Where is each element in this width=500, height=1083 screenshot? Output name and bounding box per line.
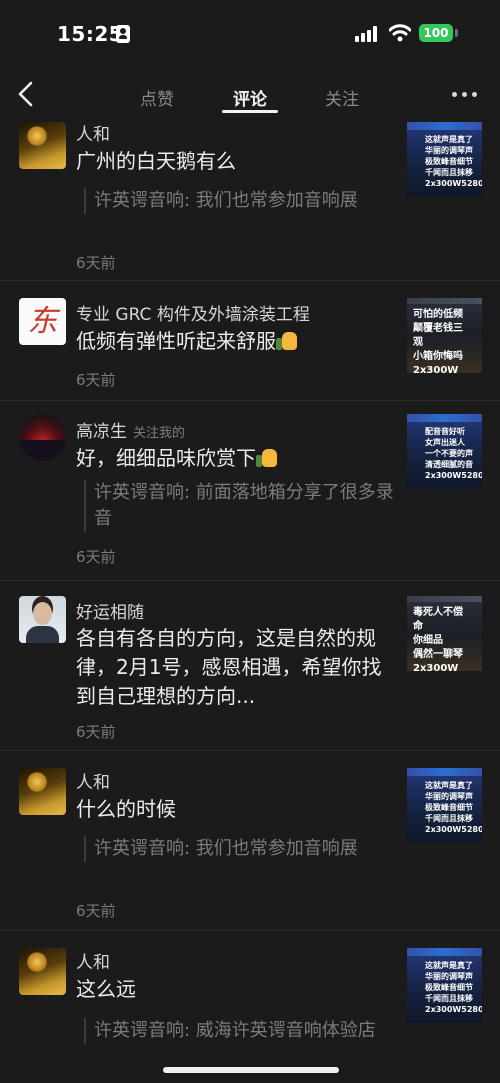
video-thumbnail[interactable]: 这就声是真了 华丽的调琴声 极致峰音细节 千闻而且抹移 2x300W5280 [407, 122, 482, 197]
commenter-name[interactable]: 人和 [76, 948, 110, 973]
home-indicator[interactable] [163, 1067, 339, 1073]
divider [0, 750, 500, 751]
thumbs-up-icon [276, 330, 298, 350]
active-tab-underline [222, 110, 278, 113]
battery-tip [455, 29, 458, 37]
avatar[interactable] [19, 768, 66, 815]
commenter-name[interactable]: 好运相随 [76, 598, 144, 623]
comment-text: 这么远 [76, 977, 136, 1001]
comment-text: 各自有各自的方向，这是自然的规律，2月1号，感恩相遇，希望你找到自己理想的方向.… [76, 626, 382, 708]
comment-time: 6天前 [76, 254, 116, 272]
cellular-signal-icon [355, 26, 377, 42]
status-bar: 15:25 100 [0, 0, 500, 66]
follow-status-tag: 关注我的 [133, 426, 186, 441]
tab-likes[interactable]: 点赞 [140, 85, 174, 110]
commenter-name-row: 高凉生 关注我的 [76, 417, 185, 442]
comment-list: 人和 广州的白天鹅有么 许英谔音响: 我们也常参加音响展 6天前 这就声是真了 … [0, 122, 500, 1083]
avatar[interactable] [19, 596, 66, 643]
divider [0, 930, 500, 931]
comment-text-row: 低频有弹性听起来舒服 [76, 327, 394, 356]
commenter-name[interactable]: 专业 GRC 构件及外墙涂装工程 [76, 300, 310, 325]
battery-indicator: 100 [419, 24, 453, 42]
commenter-name[interactable]: 高凉生 [76, 422, 127, 442]
video-thumbnail-caption: 这就声是真了 华丽的调琴声 极致峰音细节 千闻而且抹移 2x300W5280 [425, 961, 482, 1014]
focus-person-icon [116, 25, 130, 43]
avatar[interactable] [19, 414, 66, 461]
divider [0, 580, 500, 581]
more-options-icon[interactable] [452, 92, 478, 98]
comment-text: 什么的时候 [76, 797, 176, 821]
commenter-name[interactable]: 人和 [76, 768, 110, 793]
thumbs-up-icon [256, 447, 278, 467]
top-nav: 点赞 评论 关注 [0, 66, 500, 122]
video-thumbnail[interactable]: 这就声是真了 华丽的调琴声 极致峰音细节 千闻而且抹移 2x300W5280 [407, 948, 482, 1023]
status-time: 15:25 [57, 22, 124, 46]
comment-time: 6天前 [76, 723, 116, 741]
video-thumbnail-caption: 可怕的低频 颠覆老钱三观 小箱你悔吗 2x300W 小四4265 [413, 309, 463, 373]
back-arrow-icon[interactable] [14, 80, 40, 108]
comment-time: 6天前 [76, 371, 116, 389]
comment-text: 低频有弹性听起来舒服 [76, 329, 276, 353]
video-thumbnail-caption: 这就声是真了 华丽的调琴声 极致峰音细节 千闻而且抹移 2x300W5280 [425, 135, 482, 188]
video-thumbnail[interactable]: 毒死人不偿命 你细品 偶然一聊琴 2x300W 小四4265 [407, 596, 482, 671]
commenter-name[interactable]: 人和 [76, 122, 110, 145]
avatar[interactable]: 东 [19, 298, 66, 345]
divider [0, 280, 500, 281]
video-thumbnail-caption: 这就声是真了 华丽的调琴声 极致峰音细节 千闻而且抹移 2x300W5280 [425, 781, 482, 834]
avatar[interactable] [19, 948, 66, 995]
wifi-icon [389, 24, 411, 42]
divider [0, 400, 500, 401]
comment-text-row: 好，细细品味欣赏下 [76, 444, 394, 473]
avatar[interactable] [19, 122, 66, 169]
comment-text: 好，细细品味欣赏下 [76, 446, 256, 470]
tab-follows[interactable]: 关注 [325, 85, 359, 110]
video-thumbnail[interactable]: 这就声是真了 华丽的调琴声 极致峰音细节 千闻而且抹移 2x300W5280 [407, 768, 482, 843]
reply-text: 许英谔音响: 我们也常参加音响展 [84, 836, 394, 862]
reply-text: 许英谔音响: 我们也常参加音响展 [84, 188, 394, 214]
comment-time: 6天前 [76, 548, 116, 566]
video-thumbnail[interactable]: 可怕的低频 颠覆老钱三观 小箱你悔吗 2x300W 小四4265 [407, 298, 482, 373]
tab-comments[interactable]: 评论 [233, 85, 267, 110]
reply-text: 许英谔音响: 前面落地箱分享了很多录音 [84, 480, 394, 532]
comment-text: 广州的白天鹅有么 [76, 149, 236, 173]
video-thumbnail[interactable]: 配音音好听 女声出迷人 一个不要的声 清透细腻的音 2x300W5280 [407, 414, 482, 489]
video-thumbnail-caption: 配音音好听 女声出迷人 一个不要的声 清透细腻的音 2x300W5280 [425, 427, 482, 480]
comment-time: 6天前 [76, 902, 116, 920]
video-thumbnail-caption: 毒死人不偿命 你细品 偶然一聊琴 2x300W 小四4265 [413, 607, 463, 671]
reply-text: 许英谔音响: 威海许英谔音响体验店 [84, 1018, 394, 1044]
